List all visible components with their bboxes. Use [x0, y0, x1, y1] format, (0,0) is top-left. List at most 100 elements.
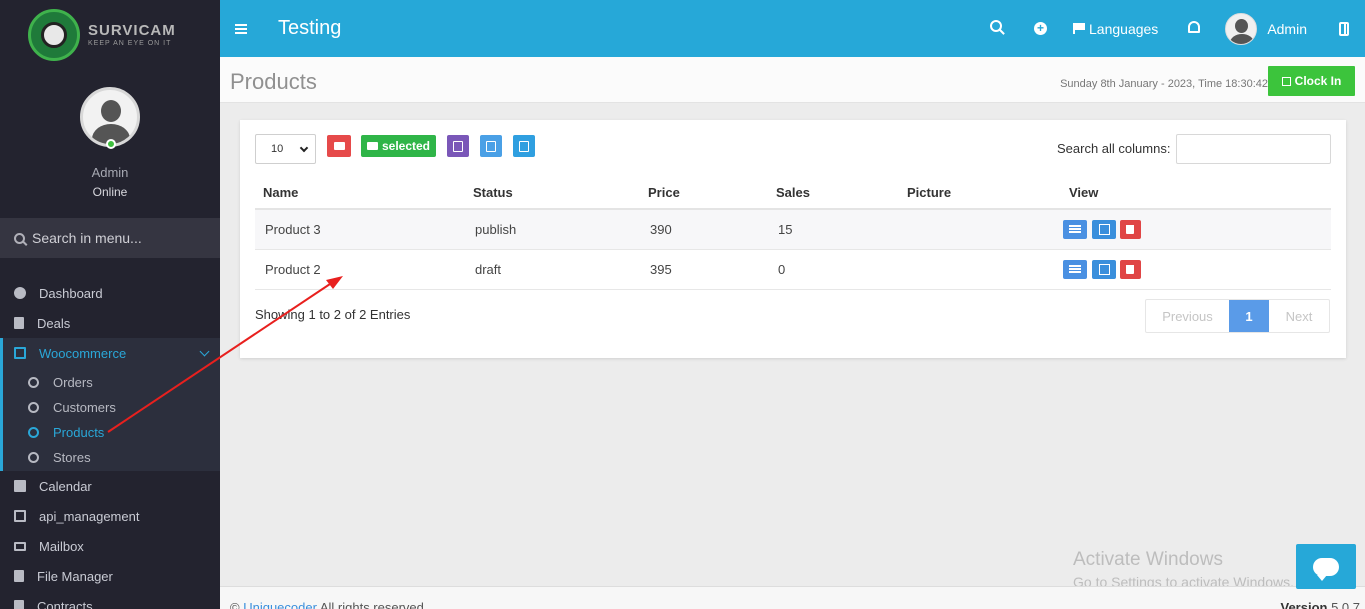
chat-button[interactable] — [1296, 544, 1356, 589]
excel-icon — [486, 140, 496, 152]
table-toolbar: 10 selected — [255, 134, 535, 164]
export-csv-button[interactable] — [480, 135, 502, 157]
sidebar-item-stores[interactable]: Stores — [3, 445, 220, 470]
column-header-sales[interactable]: Sales — [768, 176, 899, 210]
page-header: Products Sunday 8th January - 2023, Time… — [220, 57, 1365, 103]
sidebar-item-mailbox[interactable]: Mailbox — [0, 531, 220, 561]
circle-icon — [28, 377, 39, 388]
cell-price: 395 — [640, 249, 768, 290]
sign-in-icon — [1281, 76, 1291, 86]
brand-logo[interactable]: SURVICAM KEEP AN EYE ON IT — [0, 0, 220, 70]
table-row[interactable]: Product 3 publish 390 15 — [255, 209, 1331, 250]
sidebar-item-products[interactable]: Products — [3, 420, 220, 445]
sidebar-item-api-management[interactable]: api_management — [0, 501, 220, 531]
cell-sales: 0 — [768, 249, 899, 290]
menu-search-placeholder: Search in menu... — [32, 230, 142, 246]
view-details-button[interactable] — [1063, 219, 1087, 239]
products-table-card: 10 selected Search all columns: Name Sta… — [240, 120, 1346, 358]
sidebar-item-deals[interactable]: Deals — [0, 308, 220, 338]
cell-status: publish — [465, 209, 640, 250]
sidebar-item-orders[interactable]: Orders — [3, 370, 220, 395]
page-title: Products — [230, 69, 317, 94]
export-excel-button[interactable] — [447, 135, 469, 157]
windows-watermark: Activate Windows Go to Settings to activ… — [1073, 549, 1294, 590]
export-pdf-button[interactable] — [513, 135, 535, 157]
column-header-picture[interactable]: Picture — [899, 176, 1061, 210]
sidebar-item-contracts[interactable]: Contracts — [0, 591, 220, 609]
pagination: Previous 1 Next — [1145, 299, 1330, 333]
column-header-status[interactable]: Status — [465, 176, 640, 210]
page-size-select[interactable]: 10 — [255, 134, 316, 164]
version-label: Version 5.0.7 — [1280, 600, 1360, 609]
pdf-icon — [519, 140, 529, 152]
add-icon[interactable]: + — [1034, 22, 1048, 35]
search-icon[interactable] — [990, 19, 1003, 32]
user-panel: Admin Online — [0, 70, 220, 218]
edit-button[interactable] — [1091, 259, 1116, 279]
excel-icon — [14, 347, 26, 359]
column-header-name[interactable]: Name — [255, 176, 465, 210]
clock-in-button[interactable]: Clock In — [1268, 66, 1355, 96]
brand-tagline: KEEP AN EYE ON IT — [88, 40, 172, 47]
cell-sales: 15 — [768, 209, 899, 250]
mail-icon — [14, 541, 26, 551]
cell-view — [1061, 249, 1331, 290]
cell-price: 390 — [640, 209, 768, 250]
panel-toggle-icon[interactable] — [1339, 21, 1349, 36]
calendar-icon — [14, 480, 26, 492]
sidebar-item-customers[interactable]: Customers — [3, 395, 220, 420]
sidebar: SURVICAM KEEP AN EYE ON IT Admin Online … — [0, 0, 220, 609]
excel-icon — [14, 510, 26, 522]
user-status: Online — [92, 185, 128, 199]
chat-icon — [1313, 557, 1339, 581]
languages-menu[interactable]: Languages — [1089, 21, 1158, 37]
menu-toggle-icon[interactable] — [235, 23, 247, 34]
datetime-label: Sunday 8th January - 2023, Time 18:30:42 — [1060, 78, 1268, 90]
top-navbar: Testing + Languages Admin — [220, 0, 1365, 57]
search-input[interactable] — [1176, 134, 1331, 164]
excel-icon — [453, 140, 463, 152]
circle-icon — [28, 452, 39, 463]
print-selected-button[interactable]: selected — [361, 135, 436, 157]
pagination-page-1[interactable]: 1 — [1229, 300, 1269, 332]
sidebar-item-woocommerce[interactable]: Woocommerce — [0, 338, 220, 368]
pagination-previous[interactable]: Previous — [1146, 300, 1229, 332]
menu-search-input[interactable]: Search in menu... — [0, 218, 220, 258]
bell-icon[interactable] — [1188, 20, 1201, 33]
delete-button[interactable] — [1120, 259, 1142, 279]
printer-icon — [366, 142, 378, 150]
table-header-row: Name Status Price Sales Picture View — [255, 176, 1331, 210]
view-details-button[interactable] — [1063, 259, 1087, 279]
file-icon — [14, 570, 24, 582]
pagination-next[interactable]: Next — [1269, 300, 1329, 332]
file-icon — [14, 600, 24, 609]
chevron-down-icon — [199, 346, 210, 356]
user-menu[interactable]: Admin — [1267, 21, 1307, 37]
avatar[interactable] — [1225, 12, 1258, 45]
cell-picture — [899, 209, 1061, 250]
company-link[interactable]: Uniquecoder — [243, 600, 317, 609]
footer: © Uniquecoder All rights reserved. Versi… — [220, 586, 1365, 609]
copyright: © Uniquecoder All rights reserved. — [230, 600, 428, 609]
table-row[interactable]: Product 2 draft 395 0 — [255, 249, 1331, 290]
sidebar-item-calendar[interactable]: Calendar — [0, 471, 220, 501]
cell-view — [1061, 209, 1331, 250]
print-button[interactable] — [327, 135, 351, 157]
sidebar-item-file-manager[interactable]: File Manager — [0, 561, 220, 591]
circle-icon — [28, 427, 39, 438]
edit-button[interactable] — [1091, 219, 1116, 239]
delete-button[interactable] — [1120, 219, 1142, 239]
logo-icon — [28, 9, 80, 61]
flag-icon — [1073, 23, 1086, 34]
column-header-price[interactable]: Price — [640, 176, 768, 210]
column-header-view: View — [1061, 176, 1331, 210]
avatar — [80, 87, 140, 147]
sidebar-menu: Dashboard Deals Woocommerce Orders Custo… — [0, 278, 220, 609]
online-indicator — [106, 139, 116, 149]
app-title: Testing — [278, 17, 342, 39]
search-icon — [14, 232, 25, 244]
search-label: Search all columns: — [1057, 141, 1171, 156]
dashboard-icon — [14, 287, 26, 299]
products-table: Name Status Price Sales Picture View Pro… — [255, 176, 1331, 290]
sidebar-item-dashboard[interactable]: Dashboard — [0, 278, 220, 308]
